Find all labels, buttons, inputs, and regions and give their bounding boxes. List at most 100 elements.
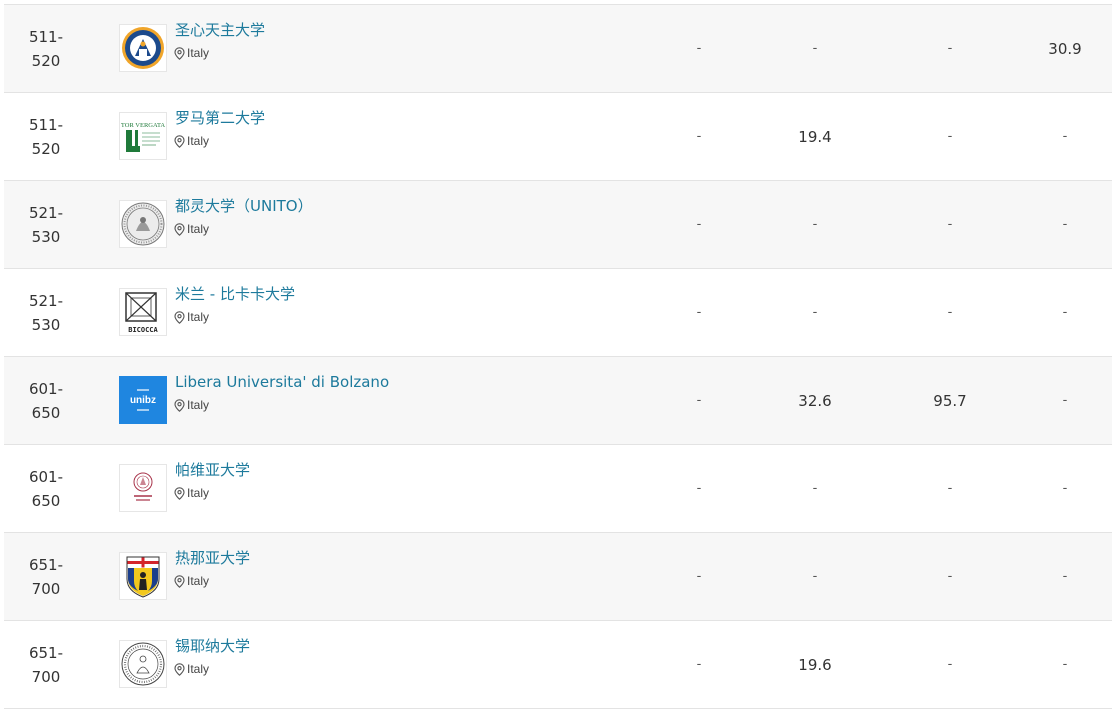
metric-cell: - [696,217,702,232]
university-name-link[interactable]: 都灵大学（UNITO） [175,195,313,217]
genoa-shield-icon[interactable] [119,552,167,600]
rank-cell: 601- 650 [24,377,68,425]
logo-text: TOR VERGATA [121,122,166,129]
metric-cell: 95.7 [933,392,967,410]
rank-range-bottom: 700 [31,580,61,598]
metric-cell: - [696,481,702,496]
metric-cell: - [947,657,953,672]
rank-range-bottom: 530 [31,316,61,334]
metric-cell: - [1062,393,1068,408]
metric-cell: - [812,569,818,584]
tor-vergata-logo-icon[interactable]: TOR VERGATA [119,112,167,160]
rank-range-bottom: 650 [31,404,61,422]
rank-cell: 601- 650 [24,465,68,513]
metric-cell: - [696,129,702,144]
university-name-link[interactable]: 锡耶纳大学 [175,635,250,657]
metric-cell: 19.4 [798,128,832,146]
metric-cell: - [1062,305,1068,320]
country-name: Italy [187,662,210,676]
unibz-logo-icon[interactable]: unibz [119,376,167,424]
rank-range-bottom: 700 [31,668,61,686]
country-name: Italy [187,222,210,236]
metric-cell: - [947,41,953,56]
university-name-link[interactable]: 帕维亚大学 [175,459,250,481]
metric-cell: - [696,569,702,584]
bicocca-logo-icon[interactable]: BICOCCA [119,288,167,336]
metric-cell: - [812,481,818,496]
rank-range-top: 601- [28,380,64,398]
location-pin-icon [174,486,185,500]
university-name-link[interactable]: 圣心天主大学 [175,19,265,41]
metric-cell: - [812,41,818,56]
metric-cell: - [947,305,953,320]
country-name: Italy [187,574,210,588]
pavia-seal-icon[interactable] [119,464,167,512]
rank-range-top: 601- [28,468,64,486]
metric-cell: - [696,41,702,56]
location-pin-icon [174,574,185,588]
logo-text: BICOCCA [128,326,158,334]
rank-cell: 651- 700 [24,641,68,689]
metric-cell: - [947,129,953,144]
table-row: 521- 530 都灵大学（UNITO） Italy - - - - [4,181,1112,269]
location-pin-icon [174,662,185,676]
rank-cell: 521- 530 [24,289,68,337]
table-row: 521- 530 BICOCCA 米兰 - 比卡卡大学 Italy - - - … [4,269,1112,357]
location-pin-icon [174,46,185,60]
table-row: 511- 520 圣心天主大学 Italy - - - 30.9 [4,5,1112,93]
metric-cell: - [812,217,818,232]
university-name-link[interactable]: 热那亚大学 [175,547,250,569]
location-label: Italy [174,573,209,589]
university-name-link[interactable]: 米兰 - 比卡卡大学 [175,283,295,305]
rank-cell: 511- 520 [24,25,68,73]
rank-range-bottom: 520 [31,140,61,158]
rank-range-bottom: 650 [31,492,61,510]
metric-cell: - [696,657,702,672]
rank-cell: 521- 530 [24,201,68,249]
location-label: Italy [174,485,209,501]
location-label: Italy [174,309,209,325]
country-name: Italy [187,398,210,412]
logo-text: unibz [130,395,156,406]
country-name: Italy [187,310,210,324]
metric-cell: - [696,305,702,320]
metric-cell: - [1062,217,1068,232]
metric-cell: - [947,569,953,584]
university-name-link[interactable]: 罗马第二大学 [175,107,265,129]
location-pin-icon [174,310,185,324]
metric-cell: - [947,217,953,232]
metric-cell: - [1062,129,1068,144]
country-name: Italy [187,134,210,148]
metric-cell: 19.6 [798,656,832,674]
rank-range-top: 511- [28,28,64,46]
metric-cell: - [947,481,953,496]
metric-cell: - [1062,657,1068,672]
table-row: 511- 520 TOR VERGATA 罗马第二大学 Italy - 19.4 [4,93,1112,181]
country-name: Italy [187,46,210,60]
metric-cell: - [812,305,818,320]
metric-cell: 30.9 [1048,40,1082,58]
turin-seal-icon[interactable] [119,200,167,248]
rank-range-top: 521- [28,292,64,310]
location-pin-icon [174,222,185,236]
rank-cell: 651- 700 [24,553,68,601]
siena-seal-icon[interactable] [119,640,167,688]
rank-range-top: 521- [28,204,64,222]
location-label: Italy [174,221,209,237]
location-label: Italy [174,45,209,61]
ranking-table: 511- 520 圣心天主大学 Italy - - - 30.9 511- 52… [4,4,1112,709]
rank-cell: 511- 520 [24,113,68,161]
metric-cell: - [1062,481,1068,496]
rank-range-top: 511- [28,116,64,134]
rank-range-top: 651- [28,556,64,574]
table-row: 601- 650 帕维亚大学 Italy - - - - [4,445,1112,533]
location-label: Italy [174,133,209,149]
university-name-link[interactable]: Libera Universita' di Bolzano [175,371,389,393]
location-pin-icon [174,134,185,148]
rank-range-bottom: 520 [31,52,61,70]
rank-range-top: 651- [28,644,64,662]
location-pin-icon [174,398,185,412]
metric-cell: - [1062,569,1068,584]
sacred-heart-seal-icon[interactable] [119,24,167,72]
rank-range-bottom: 530 [31,228,61,246]
